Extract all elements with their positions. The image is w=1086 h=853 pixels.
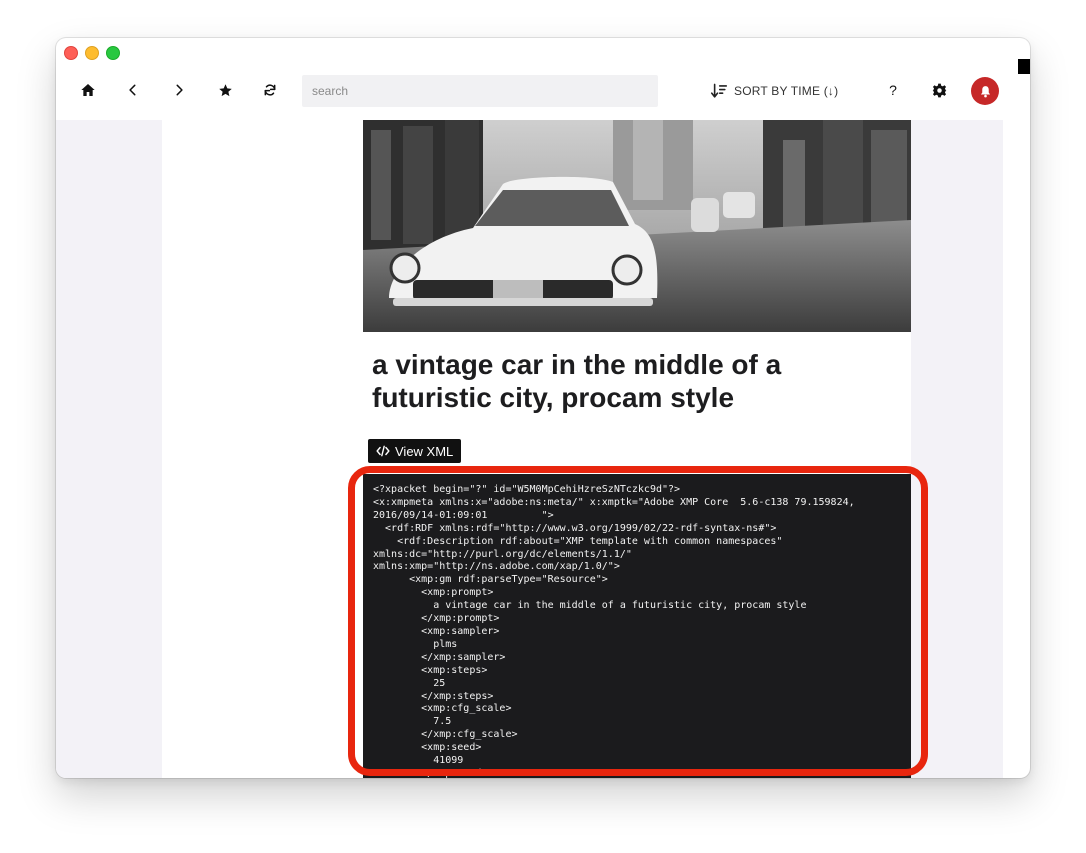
image-detail-panel: a vintage car in the middle of a futuris… xyxy=(345,120,911,778)
xml-line: <xmp:sampler> xyxy=(421,625,500,637)
xml-line: 41099 xyxy=(433,755,464,767)
home-button[interactable] xyxy=(70,72,106,108)
xml-line: <xmp:gm rdf:parseType="Resource"> xyxy=(409,574,608,586)
xml-line: </xmp:prompt> xyxy=(421,613,500,625)
search-input[interactable] xyxy=(302,75,658,107)
app-window: SORT BY TIME (↓) ? xyxy=(56,38,1030,778)
edge-marker xyxy=(1018,59,1030,74)
refresh-button[interactable] xyxy=(252,72,288,108)
xml-line: 7.5 xyxy=(433,716,452,728)
close-window-button[interactable] xyxy=(64,46,78,60)
content-area: a vintage car in the middle of a futuris… xyxy=(56,120,1016,778)
vintage-car-image xyxy=(363,120,911,332)
xml-line: 25 xyxy=(433,677,446,689)
xml-line: xmlns:xmp="http://ns.adobe.com/xap/1.0/"… xyxy=(373,561,620,573)
settings-button[interactable] xyxy=(921,72,957,108)
refresh-icon xyxy=(264,84,276,96)
view-xml-label: View XML xyxy=(395,443,454,459)
chevron-right-icon xyxy=(176,84,183,96)
star-icon xyxy=(218,83,232,96)
xml-line: <x:xmpmeta xmlns:x="adobe:ns:meta/" x:xm… xyxy=(373,496,855,508)
bell-icon xyxy=(980,85,990,97)
favorite-button[interactable] xyxy=(207,72,243,108)
xml-code-text: <?xpacket begin="?" id="W5M0MpCehiHzreSz… xyxy=(363,474,911,778)
xml-line: <xmp:steps> xyxy=(421,664,488,676)
zoom-window-button[interactable] xyxy=(106,46,120,60)
view-xml-button[interactable]: View XML xyxy=(368,439,462,463)
minimize-window-button[interactable] xyxy=(85,46,99,60)
xml-line: <xmp:seed> xyxy=(421,742,482,754)
toolbar: SORT BY TIME (↓) ? xyxy=(56,66,1016,120)
back-button[interactable] xyxy=(115,72,151,108)
xml-line: </xmp:steps> xyxy=(421,690,494,702)
xml-line: <xmp:prompt> xyxy=(421,587,494,599)
sort-label: SORT BY TIME (↓) xyxy=(734,84,839,98)
gear-icon xyxy=(932,83,946,97)
xml-line: plms xyxy=(433,638,458,650)
code-icon xyxy=(376,445,390,457)
xml-line: <rdf:RDF xmlns:rdf="http://www.w3.org/19… xyxy=(385,522,777,534)
xml-line: a vintage car in the middle of a futuris… xyxy=(433,600,807,612)
image-title: a vintage car in the middle of a futuris… xyxy=(372,349,782,413)
xml-line: </xmp:sampler> xyxy=(421,651,506,663)
xml-line: 2016/09/14-01:09:01 "> xyxy=(373,509,554,521)
forward-button[interactable] xyxy=(161,72,197,108)
help-icon: ? xyxy=(889,82,897,98)
notifications-button[interactable] xyxy=(971,77,999,105)
xml-line: <xmp:cfg_scale> xyxy=(421,703,512,715)
xml-line: <rdf:Description rdf:about="XMP template… xyxy=(397,535,783,547)
xml-line: xmlns:dc="http://purl.org/dc/elements/1.… xyxy=(373,548,632,560)
generated-image xyxy=(363,120,911,332)
sort-icon xyxy=(710,83,728,98)
xml-code-block: <?xpacket begin="?" id="W5M0MpCehiHzreSz… xyxy=(363,474,911,778)
home-icon xyxy=(81,84,95,96)
xml-line: </xmp:seed> xyxy=(421,767,488,778)
chevron-left-icon xyxy=(129,84,136,96)
sort-by-time-button[interactable]: SORT BY TIME (↓) xyxy=(706,75,842,107)
xml-line: <?xpacket begin="?" id="W5M0MpCehiHzreSz… xyxy=(373,484,681,495)
left-panel xyxy=(162,120,345,778)
right-edge xyxy=(1003,120,1016,778)
help-button[interactable]: ? xyxy=(875,72,911,108)
window-controls xyxy=(64,46,120,60)
xml-line: </xmp:cfg_scale> xyxy=(421,729,518,741)
